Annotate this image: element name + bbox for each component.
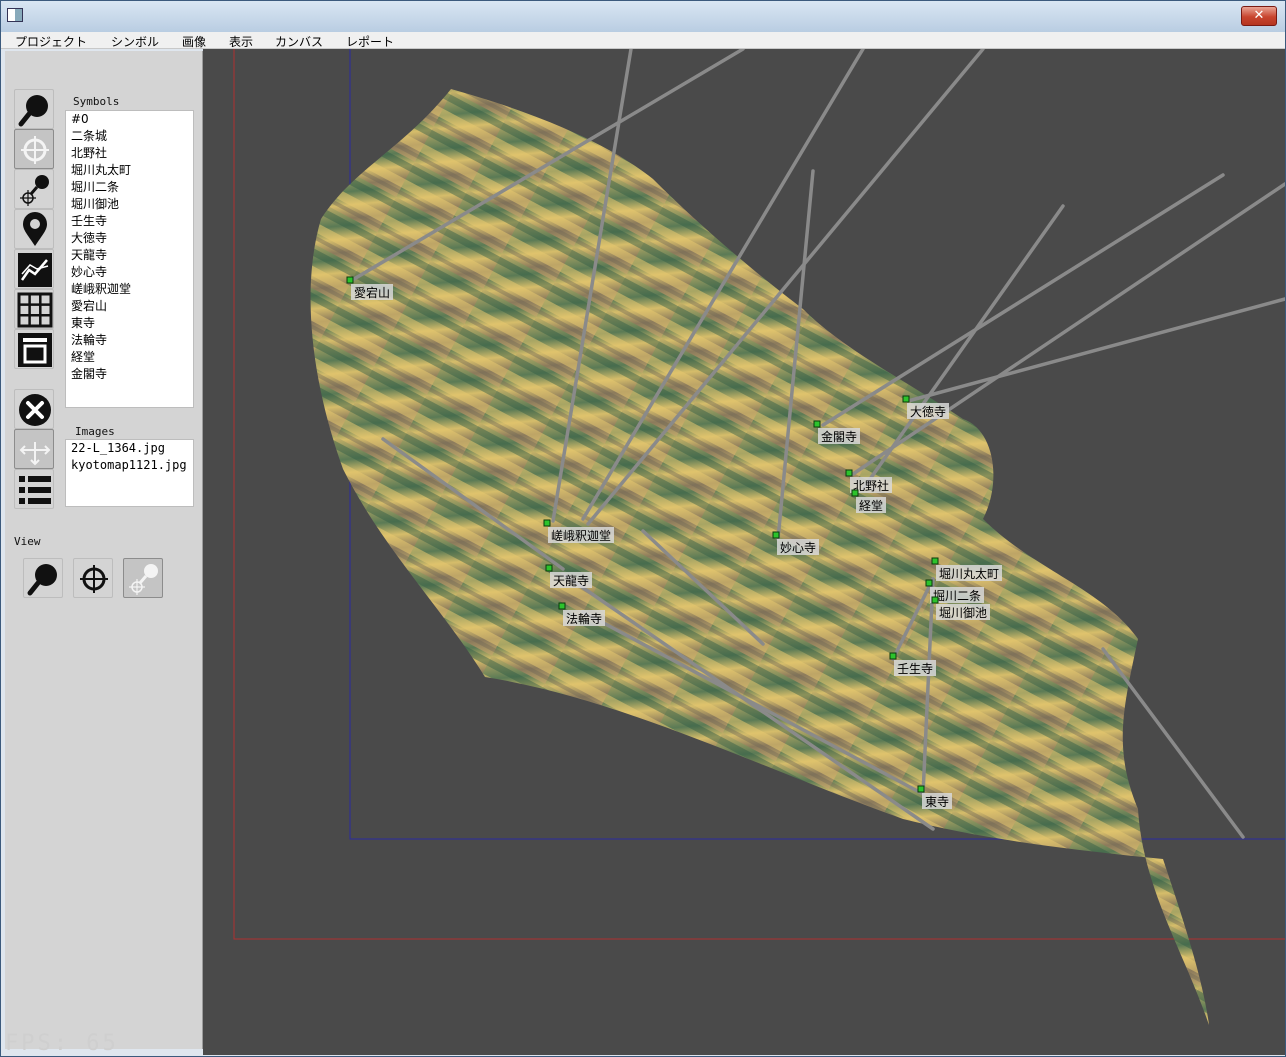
warped-map-view: 愛宕山大徳寺金閣寺北野社経堂嵯峨釈迦堂妙心寺天龍寺法輪寺堀川丸太町堀川二条堀川御… — [233, 49, 1285, 1025]
symbol-list-item[interactable]: 愛宕山 — [66, 298, 193, 315]
marker-dot[interactable] — [813, 420, 821, 428]
symbol-list-item[interactable]: 天龍寺 — [66, 247, 193, 264]
symbol-list-item[interactable]: 法輪寺 — [66, 332, 193, 349]
symbol-list-item[interactable]: 妙心寺 — [66, 264, 193, 281]
marker-label: 愛宕山 — [354, 285, 390, 300]
symbol-list-item[interactable]: 堀川二条 — [66, 179, 193, 196]
marker-dot[interactable] — [917, 785, 925, 793]
symbols-title: Symbols — [73, 95, 120, 108]
marker-dot[interactable] — [902, 395, 910, 403]
image-list-item[interactable]: kyotomap1121.jpg — [66, 457, 193, 474]
add-point-icon — [20, 175, 49, 206]
marker-label: 法輪寺 — [566, 611, 602, 626]
menu-bar: プロジェクト シンボル 画像 表示 カンバス レポート — [1, 32, 1285, 49]
marker-label: 経堂 — [859, 499, 883, 513]
symbol-list-item[interactable]: 二条城 — [66, 128, 193, 145]
symbol-list-item[interactable]: 嵯峨釈迦堂 — [66, 281, 193, 298]
menu-image[interactable]: 画像 — [182, 33, 206, 50]
marker-dot[interactable] — [545, 564, 553, 572]
symbol-list-item[interactable]: 金閣寺 — [66, 366, 193, 383]
image-list-item[interactable]: 22-L_1364.jpg — [66, 440, 193, 457]
marker-dot[interactable] — [931, 596, 939, 604]
fps-counter: FPS: 65 — [5, 1031, 119, 1056]
chart-icon — [18, 253, 52, 287]
grid-icon — [17, 292, 53, 328]
add-point-tool-button[interactable] — [14, 169, 54, 209]
marker-dot[interactable] — [851, 489, 859, 497]
app-icon — [7, 8, 23, 22]
marker-dot[interactable] — [543, 519, 551, 527]
marker-label: 東寺 — [925, 795, 949, 809]
crosshair-tool-button[interactable] — [14, 129, 54, 169]
app-window: ✕ プロジェクト シンボル 画像 表示 カンバス レポート Symbols #0… — [0, 0, 1286, 1057]
move-tool-button[interactable] — [14, 429, 54, 469]
move-icon — [19, 442, 51, 466]
map-pin-icon — [23, 212, 47, 246]
marker-dot[interactable] — [845, 469, 853, 477]
delete-icon — [19, 394, 51, 426]
menu-project[interactable]: プロジェクト — [15, 33, 87, 50]
title-bar[interactable]: ✕ — [1, 1, 1285, 32]
marker-label: 嵯峨釈迦堂 — [551, 529, 611, 543]
chart-tool-button[interactable] — [14, 249, 54, 289]
map-canvas[interactable]: 愛宕山 大徳寺 金閣寺 北野社 経堂 嵯峨釈迦堂 妙心寺 天龍寺 法輪寺 堀川丸太町 堀川二条 堀川御… — [203, 49, 1285, 1055]
symbol-list-item[interactable]: 堀川御池 — [66, 196, 193, 213]
symbol-list-item[interactable]: 北野社 — [66, 145, 193, 162]
marker-dot[interactable] — [889, 652, 897, 660]
marker-dot[interactable] — [346, 276, 354, 284]
marker-dot[interactable] — [931, 557, 939, 565]
marker-label: 堀川丸太町 — [939, 566, 999, 581]
menu-canvas[interactable]: カンバス — [275, 33, 323, 50]
marker-dot[interactable] — [772, 531, 780, 539]
symbols-list[interactable]: #0 二条城 北野社 堀川丸太町 堀川二条 堀川御池 壬生寺 大徳寺 天龍寺 妙心寺 嵯峨釈迦堂 愛宕… — [65, 110, 194, 408]
view-center-button[interactable] — [73, 558, 113, 598]
marker-label: 堀川御池 — [939, 605, 987, 620]
close-button[interactable]: ✕ — [1241, 6, 1277, 26]
magnifier-tool-button[interactable] — [14, 89, 54, 129]
images-list-items: 22-L_1364.jpg kyotomap1121.jpg — [66, 440, 193, 474]
menu-report[interactable]: レポート — [346, 33, 394, 50]
marker-dot[interactable] — [558, 602, 566, 610]
view-locate-button[interactable] — [123, 558, 163, 598]
magnifier-icon — [18, 95, 48, 127]
marker-label: 堀川二条 — [933, 588, 981, 603]
crosshair-icon — [21, 136, 49, 164]
list-icon — [19, 476, 51, 504]
images-title: Images — [75, 425, 115, 438]
map-pin-tool-button[interactable] — [14, 209, 54, 249]
symbol-list-item[interactable]: 堀川丸太町 — [66, 162, 193, 179]
grid-tool-button[interactable] — [14, 289, 54, 329]
magnifier-icon — [27, 564, 57, 596]
view-title: View — [14, 535, 41, 548]
crosshair-icon — [80, 565, 108, 593]
symbol-list-item[interactable]: 大徳寺 — [66, 230, 193, 247]
marker-label: 天龍寺 — [553, 573, 589, 588]
symbol-list-item[interactable]: 壬生寺 — [66, 213, 193, 230]
symbol-list-item[interactable]: #0 — [66, 111, 193, 128]
marker-label: 壬生寺 — [897, 662, 933, 676]
marker-label: 金閣寺 — [821, 429, 857, 444]
marker-label: 妙心寺 — [780, 541, 816, 555]
images-list[interactable]: 22-L_1364.jpg kyotomap1121.jpg — [65, 439, 194, 507]
delete-tool-button[interactable] — [14, 389, 54, 429]
symbol-list-item[interactable]: 東寺 — [66, 315, 193, 332]
symbols-list-items: #0 二条城 北野社 堀川丸太町 堀川二条 堀川御池 壬生寺 大徳寺 天龍寺 妙心寺 嵯峨釈迦堂 愛宕… — [66, 111, 193, 383]
map-image — [310, 89, 1209, 1025]
symbol-list-item[interactable]: 経堂 — [66, 349, 193, 366]
add-point-icon — [129, 564, 158, 595]
view-zoom-button[interactable] — [23, 558, 63, 598]
layout-icon — [18, 333, 52, 367]
menu-symbol[interactable]: シンボル — [111, 33, 159, 50]
left-panel: Symbols #0 二条城 北野社 堀川丸太町 堀川二条 堀川御池 壬生寺 大徳寺 天龍寺 妙心… — [5, 51, 203, 1049]
marker-label: 大徳寺 — [910, 404, 946, 419]
marker-dot[interactable] — [925, 579, 933, 587]
menu-view[interactable]: 表示 — [229, 33, 253, 50]
list-tool-button[interactable] — [14, 469, 54, 509]
layout-tool-button[interactable] — [14, 329, 54, 369]
